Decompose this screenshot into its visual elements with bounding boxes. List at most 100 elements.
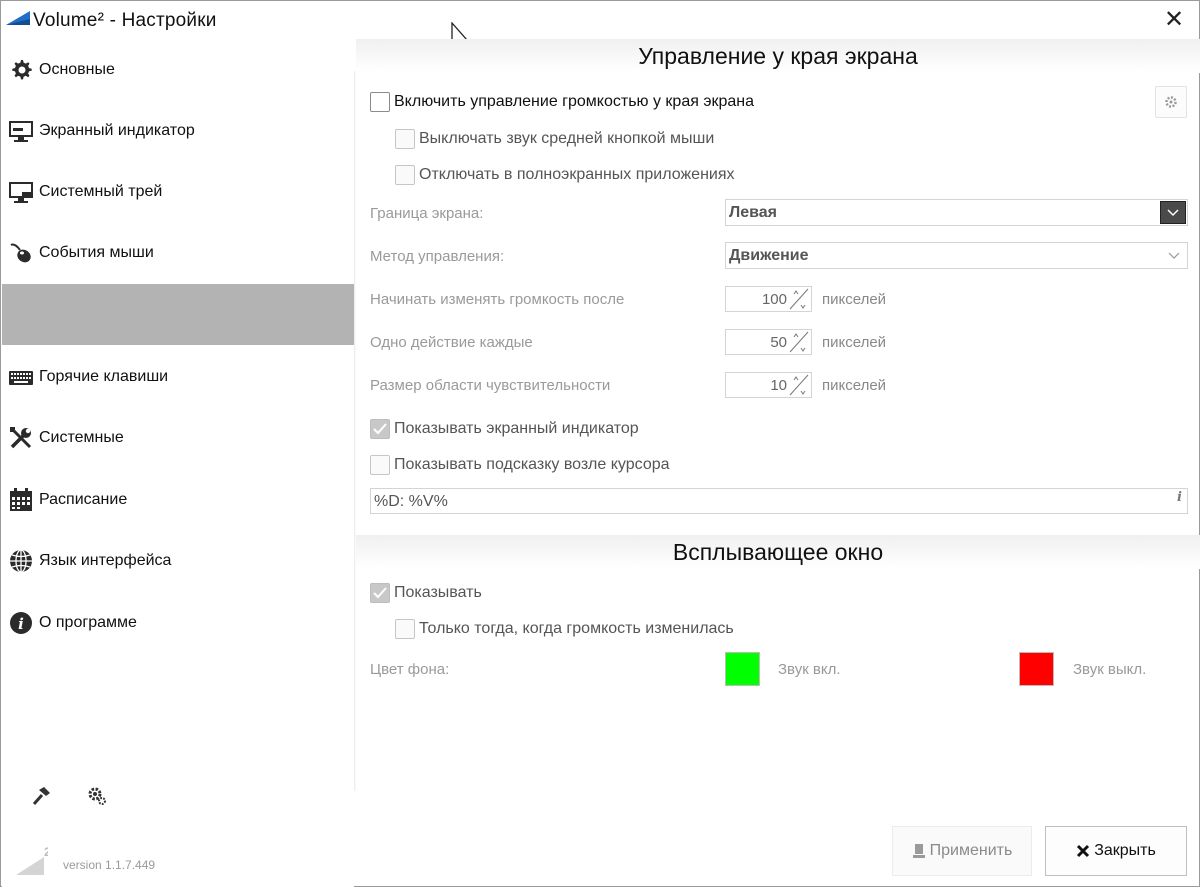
window-title: Volume² - Настройки: [33, 10, 217, 31]
sidebar-item-osd[interactable]: Экранный индикатор: [2, 100, 354, 161]
popup-only-changed-row[interactable]: Только тогда, когда громкость изменилась: [395, 618, 734, 640]
gear-icon: [8, 57, 34, 83]
sound-off-label: Звук выкл.: [1073, 661, 1147, 678]
mute-middle-click-row[interactable]: Выключать звук средней кнопкой мыши: [395, 128, 714, 150]
area-size-label: Размер области чувствительности: [370, 377, 611, 394]
close-window-button[interactable]: ✕: [1159, 5, 1189, 33]
sidebar-item-hotkeys[interactable]: Горячие клавиши: [2, 346, 354, 407]
mute-middle-click-checkbox[interactable]: [395, 129, 415, 149]
action-every-spinbox[interactable]: 50: [725, 329, 812, 355]
sidebar-item-mouse-events[interactable]: События мыши: [2, 222, 354, 283]
section-title-popup: Всплывающее окно: [672, 539, 884, 565]
tools-icon: [8, 425, 34, 451]
show-tooltip-checkbox[interactable]: [370, 455, 390, 475]
sound-on-color-swatch[interactable]: [725, 652, 760, 686]
enable-edge-control-label: Включить управление громкостью у края эк…: [394, 93, 755, 110]
chevron-down-icon: [1160, 201, 1186, 224]
checkmark-icon: [373, 587, 387, 599]
sidebar-item-schedule[interactable]: Расписание: [2, 469, 354, 530]
start-after-spinbox[interactable]: 100: [725, 286, 812, 312]
svg-text:i: i: [18, 615, 24, 633]
popup-show-checkbox[interactable]: [370, 583, 390, 603]
version-text: version 1.1.7.449: [63, 858, 156, 872]
tray-icon: [8, 179, 34, 205]
screen-border-value: Левая: [729, 203, 777, 221]
area-size-spinbox[interactable]: 10: [725, 372, 812, 398]
start-after-value: 100: [761, 291, 787, 308]
gears-icon[interactable]: [86, 785, 108, 807]
close-button-label: Закрыть: [1094, 842, 1156, 859]
sidebar-item-about[interactable]: i О программе: [2, 592, 354, 653]
calendar-icon: [8, 487, 34, 513]
popup-show-label: Показывать: [394, 584, 482, 601]
close-icon: [1076, 844, 1090, 858]
control-method-value: Движение: [729, 246, 809, 264]
info-icon[interactable]: i: [1177, 490, 1182, 505]
show-osd-row[interactable]: Показывать экранный индикатор: [370, 418, 639, 440]
sidebar-item-label: Язык интерфейса: [39, 551, 172, 569]
popup-only-changed-label: Только тогда, когда громкость изменилась: [419, 620, 734, 637]
show-osd-label: Показывать экранный индикатор: [394, 420, 639, 437]
sidebar-item-language[interactable]: Язык интерфейса: [2, 530, 354, 591]
apply-button-label: Применить: [929, 842, 1013, 859]
sidebar-item-label: Расписание: [39, 490, 128, 508]
sound-off-color-swatch[interactable]: [1019, 652, 1054, 686]
info-icon: i: [8, 610, 34, 636]
control-method-select[interactable]: Движение: [725, 242, 1188, 269]
main-panel: Управление у края экрана Включить управл…: [356, 39, 1200, 887]
show-tooltip-label: Показывать подсказку возле курсора: [394, 456, 670, 473]
sidebar-item-system[interactable]: Системные: [2, 407, 354, 468]
tooltip-format-input[interactable]: %D: %V% i: [370, 488, 1188, 514]
keyboard-icon: [8, 364, 34, 390]
sidebar-item-general[interactable]: Основные: [2, 39, 354, 100]
close-button[interactable]: Закрыть: [1045, 826, 1187, 876]
apply-icon: [912, 843, 926, 859]
sidebar: Основные Экранный индикатор Системный тр…: [2, 39, 354, 887]
sound-on-label: Звук вкл.: [778, 661, 841, 678]
sidebar-item-label: О программе: [39, 613, 137, 631]
disable-fullscreen-row[interactable]: Отключать в полноэкранных приложениях: [395, 164, 735, 186]
area-size-unit: пикселей: [822, 377, 887, 394]
mouse-icon: [8, 240, 34, 266]
disable-fullscreen-label: Отключать в полноэкранных приложениях: [419, 166, 735, 183]
sidebar-item-label: Основные: [39, 60, 115, 78]
gear-icon: [1165, 96, 1177, 108]
popup-only-changed-checkbox[interactable]: [395, 619, 415, 639]
hammer-icon[interactable]: [30, 785, 52, 807]
bg-color-label: Цвет фона:: [370, 661, 450, 678]
action-every-label: Одно действие каждые: [370, 334, 533, 351]
screen-border-label: Граница экрана:: [370, 205, 484, 222]
title-bar: Volume² - Настройки ✕: [1, 1, 1199, 39]
checkmark-icon: [373, 423, 387, 435]
disable-fullscreen-checkbox[interactable]: [395, 165, 415, 185]
version-badge: 2: [44, 845, 48, 859]
spin-arrows-icon[interactable]: [789, 288, 809, 310]
apply-button[interactable]: Применить: [892, 826, 1032, 876]
spin-arrows-icon[interactable]: [789, 374, 809, 396]
enable-edge-control-checkbox[interactable]: [370, 92, 390, 112]
sidebar-item-screen-edge[interactable]: [2, 284, 354, 345]
sidebar-item-label: События мыши: [39, 243, 154, 261]
screen-border-select[interactable]: Левая: [725, 199, 1188, 226]
globe-icon: [8, 548, 34, 574]
start-after-label: Начинать изменять громкость после: [370, 291, 625, 308]
settings-window: Volume² - Настройки ✕ Основные Экранный …: [0, 0, 1200, 887]
app-logo-icon: [6, 11, 30, 25]
version-logo-icon: 2: [16, 845, 48, 875]
control-method-label: Метод управления:: [370, 248, 505, 265]
sidebar-item-label: Экранный индикатор: [39, 121, 195, 139]
enable-edge-control-row[interactable]: Включить управление громкостью у края эк…: [370, 91, 754, 113]
sidebar-item-label: Системный трей: [39, 182, 163, 200]
monitor-icon: [8, 118, 34, 144]
tooltip-format-value: %D: %V%: [374, 493, 448, 510]
sidebar-item-tray[interactable]: Системный трей: [2, 161, 354, 222]
sidebar-item-label: Системные: [39, 428, 124, 446]
show-osd-checkbox[interactable]: [370, 419, 390, 439]
edge-settings-button[interactable]: [1155, 86, 1187, 118]
sidebar-item-label: Горячие клавиши: [39, 367, 169, 385]
popup-show-row[interactable]: Показывать: [370, 582, 482, 604]
show-tooltip-row[interactable]: Показывать подсказку возле курсора: [370, 454, 670, 476]
section-title-screen-edge: Управление у края экрана: [638, 43, 918, 69]
spin-arrows-icon[interactable]: [789, 331, 809, 353]
start-after-unit: пикселей: [822, 291, 887, 308]
